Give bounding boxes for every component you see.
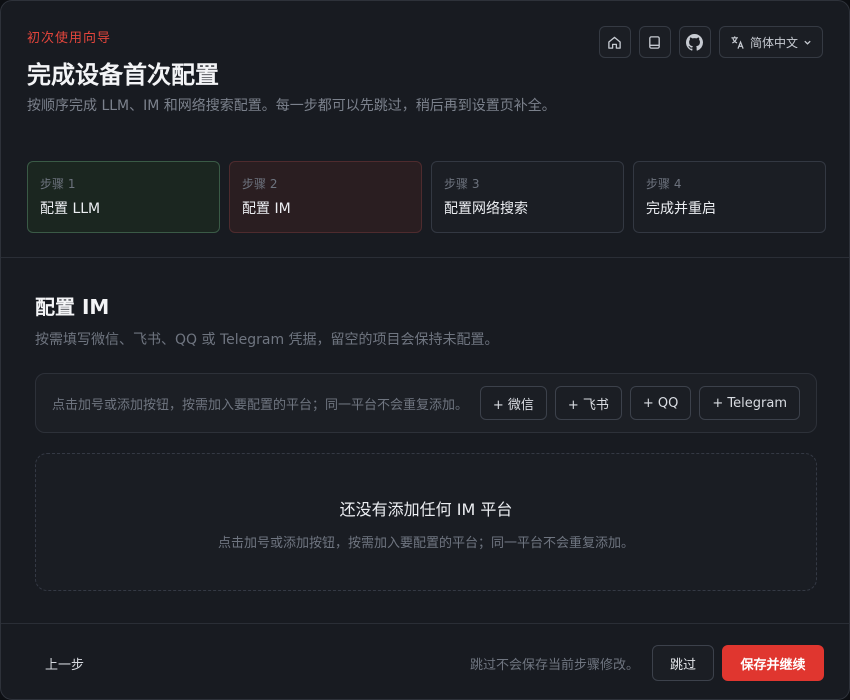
step-3: 步骤 3 配置网络搜索: [431, 161, 624, 233]
step-number: 步骤 1: [40, 177, 76, 191]
empty-state-title: 还没有添加任何 IM 平台: [339, 500, 513, 519]
github-icon: [686, 33, 704, 51]
setup-wizard-dialog: 初次使用向导 完成设备首次配置 按顺序完成 LLM、IM 和网络搜索配置。每一步…: [0, 0, 850, 700]
add-wechat-button[interactable]: + 微信: [479, 386, 547, 420]
chevron-down-icon: [804, 40, 811, 45]
page-subtitle: 按顺序完成 LLM、IM 和网络搜索配置。每一步都可以先跳过，稍后再到设置页补全…: [27, 98, 556, 114]
home-icon: [608, 36, 622, 49]
step-name: 配置 IM: [242, 201, 291, 217]
header-divider: [1, 257, 849, 258]
empty-state-description: 点击加号或添加按钮，按需加入要配置的平台；同一平台不会重复添加。: [217, 536, 634, 551]
step-name: 配置 LLM: [40, 201, 101, 217]
previous-step-button[interactable]: 上一步: [45, 654, 84, 673]
step-2: 步骤 2 配置 IM: [229, 161, 422, 233]
wizard-eyebrow: 初次使用向导: [27, 31, 112, 46]
add-platform-hint: 点击加号或添加按钮，按需加入要配置的平台；同一平台不会重复添加。: [52, 397, 469, 413]
add-qq-button[interactable]: + QQ: [629, 386, 692, 420]
step-1: 步骤 1 配置 LLM: [27, 161, 220, 233]
step-number: 步骤 3: [444, 177, 480, 191]
add-telegram-button[interactable]: + Telegram: [699, 386, 800, 420]
step-number: 步骤 4: [646, 177, 682, 191]
step-name: 配置网络搜索: [444, 201, 528, 217]
empty-state: 还没有添加任何 IM 平台 点击加号或添加按钮，按需加入要配置的平台；同一平台不…: [35, 453, 817, 591]
step-indicator: 步骤 1 配置 LLM 步骤 2 配置 IM 步骤 3 配置网络搜索 步骤 4 …: [27, 161, 826, 233]
language-label: 简体中文: [749, 35, 798, 50]
save-continue-button[interactable]: 保存并继续: [722, 645, 824, 681]
add-platform-bar: 点击加号或添加按钮，按需加入要配置的平台；同一平台不会重复添加。 + 微信 + …: [35, 373, 817, 433]
section-title: 配置 IM: [35, 295, 110, 319]
step-4: 步骤 4 完成并重启: [633, 161, 826, 233]
language-select[interactable]: 简体中文: [718, 26, 823, 58]
skip-button[interactable]: 跳过: [652, 645, 714, 681]
home-button[interactable]: [598, 26, 631, 58]
translate-icon: [731, 35, 744, 49]
step-name: 完成并重启: [646, 201, 716, 217]
add-feishu-button[interactable]: + 飞书: [554, 386, 622, 420]
add-platform-buttons: + 微信 + 飞书 + QQ + Telegram: [479, 386, 800, 420]
github-button[interactable]: [678, 26, 711, 58]
section-description: 按需填写微信、飞书、QQ 或 Telegram 凭据，留空的项目会保持未配置。: [35, 332, 499, 348]
book-icon: [649, 35, 661, 49]
top-actions: 简体中文: [598, 26, 823, 58]
wizard-footer: 上一步 跳过不会保存当前步骤修改。 跳过 保存并继续: [1, 624, 849, 699]
page-title: 完成设备首次配置: [27, 61, 219, 89]
docs-button[interactable]: [638, 26, 671, 58]
skip-note: 跳过不会保存当前步骤修改。: [469, 658, 639, 673]
step-number: 步骤 2: [242, 177, 278, 191]
